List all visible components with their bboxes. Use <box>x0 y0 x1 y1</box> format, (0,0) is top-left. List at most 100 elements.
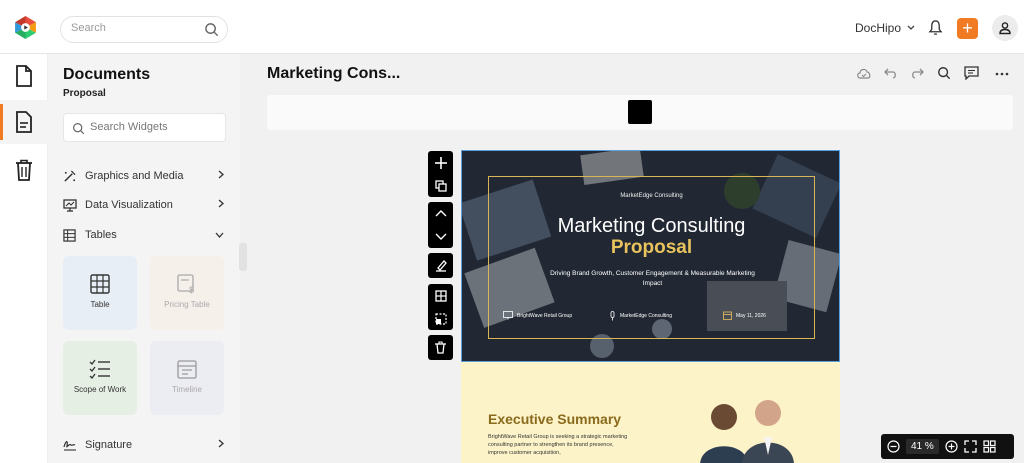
magic-wand-icon <box>63 170 79 183</box>
widget-tile-timeline[interactable]: Timeline <box>150 341 224 415</box>
brand-label: DocHipo <box>855 21 902 35</box>
widget-search-input[interactable] <box>90 121 220 133</box>
cloud-sync-icon[interactable] <box>856 66 872 80</box>
tile-label: Pricing Table <box>164 300 210 309</box>
category-label: Data Visualization <box>85 199 173 211</box>
category-graphics-media[interactable]: Graphics and Media <box>63 165 226 187</box>
workspace-switcher[interactable]: DocHipo <box>855 21 915 35</box>
cover-company: MarketEdge Consulting <box>620 193 683 199</box>
signature-icon <box>63 439 79 451</box>
search-input[interactable] <box>71 22 201 34</box>
search-icon[interactable] <box>937 66 951 80</box>
delete-toolbar <box>428 335 453 360</box>
page-header-strip[interactable] <box>267 95 1013 130</box>
chevron-right-icon <box>218 199 224 208</box>
document-icon <box>16 65 32 87</box>
category-signature[interactable]: Signature <box>63 434 226 456</box>
checklist-icon <box>89 359 110 379</box>
category-label: Tables <box>85 229 117 241</box>
add-button[interactable]: + <box>957 18 978 39</box>
bell-icon[interactable] <box>928 19 943 36</box>
rail-trash[interactable] <box>0 148 48 192</box>
category-label: Graphics and Media <box>85 170 184 182</box>
rail-documents[interactable] <box>0 54 48 98</box>
tile-label: Table <box>90 300 110 309</box>
edit-toolbar <box>428 253 453 278</box>
table-icon <box>63 228 79 242</box>
widget-tile-table[interactable]: Table <box>63 256 137 330</box>
file-text-icon <box>16 111 32 133</box>
cover-presenter: MarketEdge Consulting <box>609 311 672 321</box>
chevron-down-icon[interactable] <box>435 233 447 240</box>
tile-label: Scope of Work <box>73 385 127 394</box>
panel-title: Documents <box>63 66 151 83</box>
more-options-icon[interactable] <box>995 72 1009 76</box>
select-area-icon[interactable] <box>434 312 447 325</box>
document-page[interactable]: MarketEdge Consulting Marketing Consulti… <box>461 150 840 463</box>
move-page-toolbar <box>428 202 453 248</box>
highlighter-icon[interactable] <box>435 259 447 272</box>
top-bar: DocHipo + <box>0 0 1024 54</box>
chevron-up-icon[interactable] <box>435 210 447 217</box>
chart-monitor-icon <box>63 198 79 212</box>
color-swatch[interactable] <box>628 100 652 124</box>
table-icon <box>90 274 110 294</box>
cover-title-line1[interactable]: Marketing Consulting <box>489 215 814 238</box>
trash-icon[interactable] <box>435 341 446 354</box>
search-icon <box>73 123 85 135</box>
cover-title-line2[interactable]: Proposal <box>489 237 814 259</box>
global-search[interactable] <box>60 16 228 43</box>
plus-icon[interactable] <box>434 156 447 169</box>
redo-icon[interactable] <box>910 66 924 80</box>
calendar-icon <box>177 360 197 379</box>
cover-frame: MarketEdge Consulting Marketing Consulti… <box>488 176 815 339</box>
chevron-right-icon <box>218 170 224 179</box>
pricing-table-icon: $ <box>177 274 194 294</box>
team-photo <box>700 400 794 463</box>
app-logo[interactable] <box>13 15 38 40</box>
calendar-icon <box>723 311 732 320</box>
panel-subtitle: Proposal <box>63 88 106 99</box>
zoom-level[interactable]: 41 % <box>906 439 939 454</box>
cover-date: May 11, 2026 <box>723 311 766 320</box>
executive-summary-body[interactable]: BrightWave Retail Group is seeking a str… <box>488 433 628 457</box>
chevron-down-icon <box>215 232 224 238</box>
widget-tile-scope-of-work[interactable]: Scope of Work <box>63 341 137 415</box>
zoom-in-icon[interactable] <box>945 440 958 453</box>
layout-toolbar <box>428 284 453 330</box>
chevron-down-icon <box>907 25 915 30</box>
category-data-visualization[interactable]: Data Visualization <box>63 194 226 216</box>
comment-icon[interactable] <box>964 66 979 80</box>
document-title[interactable]: Marketing Cons... <box>267 65 400 83</box>
user-menu-button[interactable] <box>992 15 1018 41</box>
microphone-icon <box>610 311 615 321</box>
trash-icon <box>16 159 32 181</box>
left-rail <box>0 54 48 463</box>
widgets-panel: Documents Proposal Graphics and Media Da… <box>48 54 240 463</box>
search-icon[interactable] <box>204 22 219 37</box>
add-duplicate-toolbar <box>428 151 453 197</box>
undo-icon[interactable] <box>884 66 898 80</box>
fullscreen-icon[interactable] <box>964 440 977 453</box>
widget-tile-pricing-table[interactable]: $ Pricing Table <box>150 256 224 330</box>
grid-icon[interactable] <box>434 289 447 302</box>
executive-summary-title[interactable]: Executive Summary <box>488 411 621 427</box>
grid-view-icon[interactable] <box>983 440 996 453</box>
category-tables[interactable]: Tables <box>63 224 226 246</box>
widget-search[interactable] <box>63 113 226 142</box>
cover-section[interactable]: MarketEdge Consulting Marketing Consulti… <box>461 150 840 362</box>
chevron-right-icon <box>218 439 224 448</box>
tile-label: Timeline <box>172 385 202 394</box>
rail-pages[interactable] <box>0 100 48 144</box>
user-icon <box>999 22 1011 35</box>
cover-client: BrightWave Retail Group <box>503 311 572 320</box>
cover-date-label: May 11, 2026 <box>736 312 766 319</box>
cover-tagline[interactable]: Driving Brand Growth, Customer Engagemen… <box>549 269 756 289</box>
panel-collapse-handle[interactable] <box>239 243 247 271</box>
duplicate-icon[interactable] <box>434 179 447 192</box>
zoom-out-icon[interactable] <box>887 440 900 453</box>
svg-text:$: $ <box>189 285 194 294</box>
zoom-controls: 41 % <box>881 434 1014 459</box>
category-label: Signature <box>85 439 133 451</box>
cover-presenter-label: MarketEdge Consulting <box>620 313 672 319</box>
